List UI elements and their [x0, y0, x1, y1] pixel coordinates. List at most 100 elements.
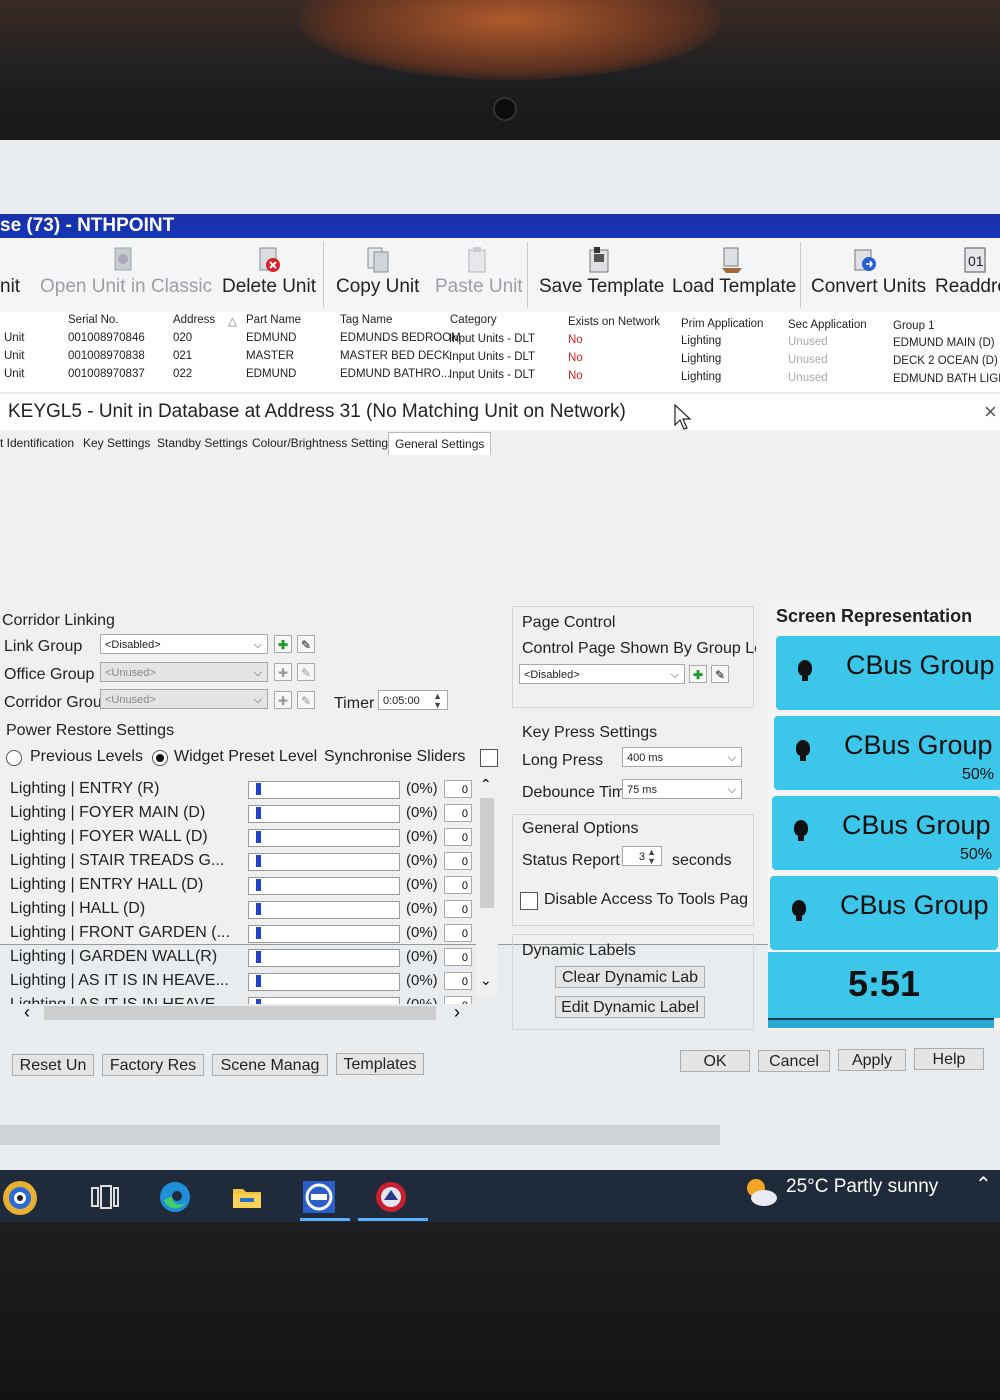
cbus-toolkit-icon[interactable] [302, 1180, 336, 1214]
close-icon[interactable]: × [984, 394, 997, 430]
new-unit-button[interactable]: nit [0, 276, 20, 298]
task-view-icon[interactable] [88, 1180, 122, 1214]
slider-value-input[interactable]: 0 [444, 948, 472, 966]
delete-unit-button[interactable]: Delete Unit [222, 276, 316, 298]
tab-colour-brightness[interactable]: Colour/Brightness Settings [252, 436, 394, 450]
cancel-button[interactable]: Cancel [758, 1050, 830, 1072]
add-group-icon[interactable]: ✚ [274, 635, 292, 653]
chevron-up-icon[interactable]: ⌃ [975, 1172, 992, 1197]
slider-value-input[interactable]: 0 [444, 852, 472, 870]
chevron-down-icon[interactable]: ⌄ [480, 972, 492, 989]
tab-standby-settings[interactable]: Standby Settings [157, 436, 248, 450]
col-category[interactable]: Category [450, 314, 497, 326]
col-sec-app[interactable]: Sec Application [788, 319, 867, 331]
level-slider[interactable] [248, 853, 400, 871]
weather-widget[interactable]: 25°C Partly sunny [786, 1176, 938, 1198]
tab-general-settings[interactable]: General Settings [388, 432, 492, 455]
slider-value-input[interactable]: 0 [444, 972, 472, 990]
file-explorer-icon[interactable] [230, 1180, 264, 1214]
col-group1[interactable]: Group 1 [893, 320, 935, 332]
tab-key-settings[interactable]: Key Settings [83, 436, 150, 450]
start-widget-icon[interactable] [0, 1178, 40, 1218]
vertical-scrollbar[interactable]: ⌃ ⌄ [476, 776, 498, 996]
previous-levels-radio[interactable] [6, 750, 22, 766]
level-slider[interactable] [248, 901, 400, 919]
slider-value-input[interactable]: 0 [444, 828, 472, 846]
edge-browser-icon[interactable] [158, 1180, 192, 1214]
level-slider[interactable] [248, 781, 400, 799]
save-template-button[interactable]: Save Template [539, 276, 664, 298]
slider-thumb[interactable] [256, 855, 261, 867]
slider-value-input[interactable]: 0 [444, 804, 472, 822]
col-prim-app[interactable]: Prim Application [681, 318, 763, 330]
edit-pencil-icon[interactable]: ✎ [297, 635, 315, 653]
disable-tools-checkbox[interactable] [520, 892, 538, 910]
apply-button[interactable]: Apply [838, 1049, 906, 1071]
level-slider[interactable] [248, 877, 400, 895]
cbus-app-icon[interactable] [374, 1180, 408, 1214]
app-scrollbar[interactable] [0, 1125, 720, 1145]
reset-unit-button[interactable]: Reset Un [12, 1054, 94, 1076]
slider-value-input[interactable]: 0 [444, 780, 472, 798]
scroll-thumb[interactable] [44, 1006, 436, 1020]
col-serial[interactable]: Serial No. [68, 314, 119, 326]
widget-preset-radio[interactable] [152, 750, 168, 766]
convert-units-button[interactable]: Convert Units [811, 276, 926, 298]
tab-identification[interactable]: t Identification [0, 436, 74, 450]
cbus-key-2[interactable]: CBus Group 50% [774, 716, 1000, 790]
office-group-select[interactable]: <Unused> ⌵ [100, 662, 268, 682]
slider-thumb[interactable] [256, 951, 261, 963]
slider-thumb[interactable] [256, 903, 261, 915]
edit-pencil-icon[interactable]: ✎ [711, 665, 729, 683]
slider-thumb[interactable] [256, 927, 261, 939]
slider-thumb[interactable] [256, 879, 261, 891]
open-unit-classic-button[interactable]: Open Unit in Classic [40, 276, 212, 298]
help-button[interactable]: Help [914, 1048, 984, 1070]
ok-button[interactable]: OK [680, 1050, 750, 1072]
long-press-select[interactable]: 400 ms ⌵ [622, 747, 742, 767]
slider-thumb[interactable] [256, 831, 261, 843]
add-group-icon[interactable]: ✚ [274, 663, 292, 681]
cbus-key-1[interactable]: CBus Group [776, 636, 1000, 710]
page-control-select[interactable]: <Disabled> ⌵ [519, 664, 685, 684]
partly-sunny-icon[interactable] [742, 1176, 778, 1208]
paste-unit-button[interactable]: Paste Unit [435, 276, 523, 298]
readdress-button[interactable]: Readdre [935, 276, 1000, 298]
templates-button[interactable]: Templates [336, 1053, 424, 1075]
cbus-key-4[interactable]: CBus Group [770, 876, 998, 950]
level-slider[interactable] [248, 925, 400, 943]
slider-value-input[interactable]: 0 [444, 924, 472, 942]
chevron-right-icon[interactable]: › [454, 1002, 460, 1023]
edit-pencil-icon[interactable]: ✎ [297, 691, 315, 709]
level-slider[interactable] [248, 973, 400, 991]
scroll-thumb[interactable] [480, 798, 494, 908]
edit-dynamic-label-button[interactable]: Edit Dynamic Label [555, 996, 705, 1018]
col-exists[interactable]: Exists on Network [568, 316, 660, 328]
horizontal-scrollbar[interactable]: ‹ › [16, 1002, 472, 1024]
factory-reset-button[interactable]: Factory Res [102, 1054, 204, 1076]
slider-thumb[interactable] [256, 975, 261, 987]
scene-manager-button[interactable]: Scene Manag [212, 1054, 328, 1076]
level-slider[interactable] [248, 829, 400, 847]
edit-pencil-icon[interactable]: ✎ [297, 663, 315, 681]
load-template-button[interactable]: Load Template [672, 276, 796, 298]
level-slider[interactable] [248, 949, 400, 967]
link-group-select[interactable]: <Disabled> ⌵ [100, 634, 268, 654]
add-group-icon[interactable]: ✚ [274, 691, 292, 709]
chevron-up-icon[interactable]: ⌃ [480, 776, 492, 793]
col-part-name[interactable]: Part Name [246, 314, 301, 326]
status-report-spinner[interactable]: 3 ▲ ▼ [622, 846, 662, 866]
col-address[interactable]: Address [173, 314, 215, 326]
slider-thumb[interactable] [256, 783, 261, 795]
debounce-select[interactable]: 75 ms ⌵ [622, 779, 742, 799]
level-slider[interactable] [248, 805, 400, 823]
timer-spinner[interactable]: 0:05:00 ▲ ▼ [378, 690, 448, 710]
clear-dynamic-label-button[interactable]: Clear Dynamic Lab [555, 966, 705, 988]
cbus-key-3[interactable]: CBus Group 50% [772, 796, 1000, 870]
col-tag-name[interactable]: Tag Name [340, 314, 392, 326]
corridor-group-select[interactable]: <Unused> ⌵ [100, 689, 268, 709]
copy-unit-button[interactable]: Copy Unit [336, 276, 419, 298]
slider-value-input[interactable]: 0 [444, 900, 472, 918]
sync-sliders-checkbox[interactable] [480, 749, 498, 767]
add-group-icon[interactable]: ✚ [689, 665, 707, 683]
